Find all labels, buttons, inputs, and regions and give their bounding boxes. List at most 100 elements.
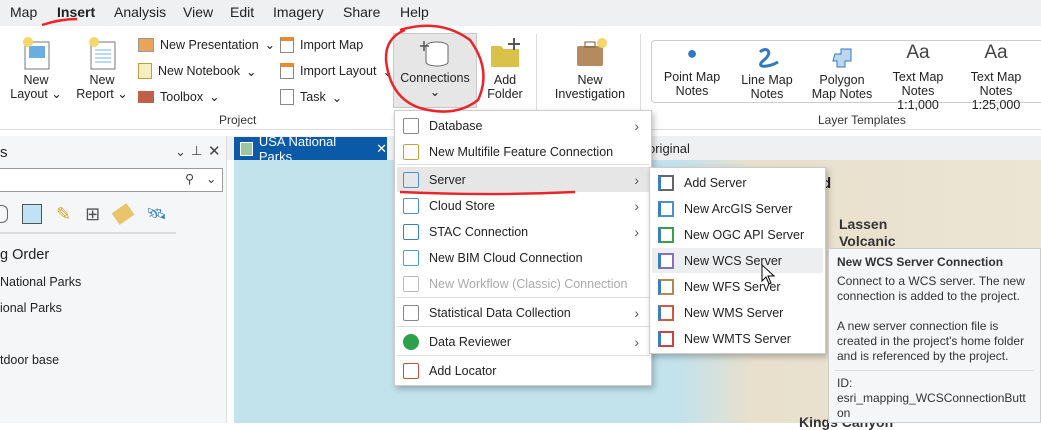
- import-layout-button[interactable]: Import Layout ⌄: [280, 63, 393, 79]
- submenu-item-label: New ArcGIS Server: [684, 201, 793, 216]
- menu-item-add-locator[interactable]: Add Locator: [397, 358, 649, 383]
- menu-item-icon: [403, 333, 419, 350]
- menu-item-label: Database: [429, 118, 483, 133]
- submenu-item-new-wfs-server[interactable]: New WFS Server: [652, 274, 823, 299]
- chevron-right-icon: ›: [634, 197, 639, 214]
- label-tag-icon[interactable]: [111, 203, 135, 225]
- menu-edit[interactable]: Edit: [230, 4, 254, 20]
- text-map-notes-1000-button[interactable]: Aa Text Map Notes 1:1,000: [880, 43, 956, 112]
- contents-pane: s ⌄ ⊥ ✕ ⚲ ⌄ ✎ ⊞ 🛰 g Order National Parks …: [0, 136, 227, 423]
- menu-separator: [397, 326, 649, 327]
- label: New: [577, 73, 603, 87]
- label: New Presentation: [160, 37, 259, 52]
- point-map-notes-button[interactable]: ● Point Map Notes: [656, 44, 728, 98]
- line-map-notes-button[interactable]: Line Map Notes: [731, 46, 803, 101]
- submenu-item-add-server[interactable]: Add Server: [652, 170, 823, 195]
- tab-original[interactable]: original: [648, 141, 690, 156]
- close-tab-icon[interactable]: ✕: [376, 141, 387, 157]
- database-plus-icon: [419, 41, 449, 67]
- tab-label: USA National Parks: [258, 133, 337, 164]
- menu-item-cloud-store[interactable]: Cloud Store ›: [397, 193, 649, 218]
- connections-button[interactable]: Connections ⌄: [393, 33, 477, 108]
- import-map-icon: [280, 37, 294, 53]
- label: Toolbox: [160, 89, 204, 104]
- text-map-notes-25000-button[interactable]: Aa Text Map Notes 1:25,000: [956, 43, 1036, 112]
- layer-item[interactable]: National Parks: [0, 275, 81, 289]
- menu-help[interactable]: Help: [400, 4, 429, 20]
- tab-usa-national-parks[interactable]: USA National Parks ✕: [234, 134, 387, 164]
- database-icon[interactable]: [0, 205, 8, 223]
- menu-item-data-reviewer[interactable]: Data Reviewer ›: [397, 329, 649, 354]
- search-input[interactable]: ⚲ ⌄: [0, 168, 223, 192]
- submenu-item-new-wmts-server[interactable]: New WMTS Server: [652, 326, 823, 351]
- label: Report: [76, 87, 114, 101]
- label: Layout: [10, 87, 48, 101]
- layer-item[interactable]: tdoor base: [0, 353, 59, 367]
- menu-item-label: Data Reviewer: [429, 334, 511, 349]
- menu-item-label: Statistical Data Collection: [429, 305, 571, 320]
- menu-imagery[interactable]: Imagery: [273, 4, 324, 20]
- menu-item-icon: [403, 223, 419, 240]
- menu-item-server[interactable]: Server ›: [397, 167, 649, 192]
- report-icon: [89, 37, 116, 70]
- new-investigation-button[interactable]: New Investigation: [550, 36, 630, 101]
- label: Notes 1:1,000: [897, 84, 939, 112]
- satellite-icon[interactable]: 🛰: [146, 204, 166, 224]
- menu-item-label: STAC Connection: [429, 224, 529, 239]
- menu-view[interactable]: View: [183, 4, 213, 20]
- menu-item-icon: [403, 117, 419, 134]
- menu-map[interactable]: Map: [10, 4, 37, 20]
- add-grid-icon[interactable]: ⊞: [85, 204, 100, 225]
- close-icon[interactable]: ✕: [208, 142, 221, 160]
- submenu-item-new-wcs-server[interactable]: New WCS Server: [652, 248, 823, 273]
- menu-bar: Map Insert Analysis View Edit Imagery Sh…: [0, 0, 1041, 26]
- toolbox-button[interactable]: Toolbox ⌄: [138, 89, 220, 104]
- menu-item-new-workflow-classic-connection[interactable]: New Workflow (Classic) Connection: [397, 271, 649, 296]
- server-icon: [658, 278, 674, 295]
- menu-item-database[interactable]: Database ›: [397, 113, 649, 138]
- menu-analysis[interactable]: Analysis: [114, 4, 166, 20]
- polygon-icon: [832, 48, 852, 68]
- chevron-down-icon: ⌄: [429, 85, 441, 99]
- polygon-map-notes-button[interactable]: Polygon Map Notes: [806, 46, 878, 101]
- pane-menu-icon[interactable]: ⌄: [175, 144, 186, 160]
- submenu-item-new-ogc-api-server[interactable]: New OGC API Server: [652, 222, 823, 247]
- label: Text Map: [892, 70, 944, 84]
- layer-item[interactable]: ional Parks: [0, 301, 62, 315]
- new-report-button[interactable]: New Report ⌄: [74, 36, 130, 101]
- notebook-icon: [138, 63, 152, 79]
- menu-item-statistical-data-collection[interactable]: Statistical Data Collection ›: [397, 300, 649, 325]
- connections-menu: Database › New Multifile Feature Connectio…: [394, 110, 652, 386]
- menu-share[interactable]: Share: [343, 4, 380, 20]
- pin-icon[interactable]: ⊥: [191, 143, 202, 159]
- task-button[interactable]: Task ⌄: [280, 89, 342, 105]
- label: Add: [493, 73, 517, 87]
- menu-item-icon: [403, 275, 419, 292]
- pencil-icon[interactable]: ✎: [56, 204, 71, 225]
- menu-item-icon: [403, 143, 419, 160]
- menu-item-new-bim-cloud-connection[interactable]: New BIM Cloud Connection: [397, 245, 649, 270]
- map-view-icon[interactable]: [22, 204, 42, 224]
- label: New Notebook: [158, 64, 240, 78]
- label: Map Notes: [811, 87, 873, 101]
- submenu-item-new-wms-server[interactable]: New WMS Server: [652, 300, 823, 325]
- menu-item-icon: [403, 197, 419, 214]
- menu-item-new-multifile-feature-connection[interactable]: New Multifile Feature Connection: [397, 139, 649, 164]
- server-icon: [658, 252, 674, 269]
- menu-insert[interactable]: Insert: [57, 4, 95, 20]
- label: Connections: [400, 71, 470, 85]
- label: Task: [300, 90, 326, 104]
- import-map-button[interactable]: Import Map: [280, 37, 363, 53]
- menu-item-icon: [403, 304, 419, 321]
- new-notebook-button[interactable]: New Notebook ⌄: [138, 63, 256, 79]
- label: Folder: [487, 87, 523, 101]
- folder-plus-icon: [491, 38, 520, 67]
- submenu-item-new-arcgis-server[interactable]: New ArcGIS Server: [652, 196, 823, 221]
- add-folder-button[interactable]: Add Folder: [483, 36, 527, 101]
- menu-item-stac-connection[interactable]: STAC Connection ›: [397, 219, 649, 244]
- submenu-item-label: Add Server: [684, 175, 747, 190]
- menu-separator: [397, 164, 649, 165]
- chevron-down-icon[interactable]: ⌄: [206, 171, 216, 186]
- new-layout-button[interactable]: New Layout ⌄: [8, 36, 64, 101]
- new-presentation-button[interactable]: New Presentation ⌄: [138, 37, 275, 52]
